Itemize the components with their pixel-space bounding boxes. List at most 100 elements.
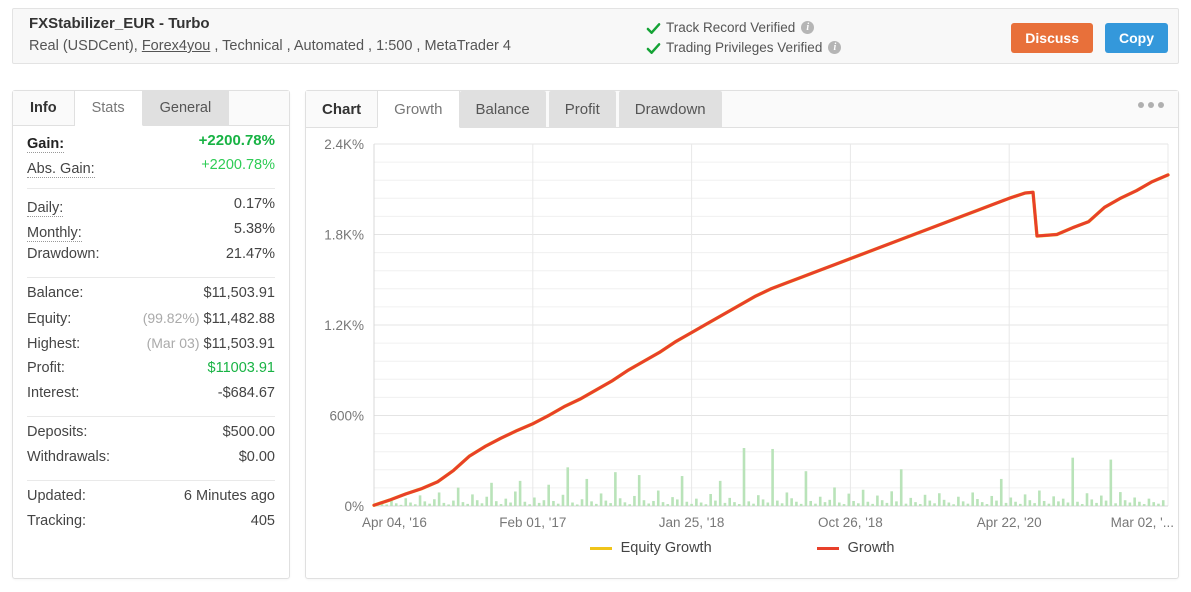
copy-button[interactable]: Copy	[1105, 23, 1168, 53]
stat-value: 21.47%	[225, 246, 275, 262]
broker-link[interactable]: Forex4you	[142, 38, 211, 54]
chart-tab-bar: Chart Growth Balance Profit Drawdown	[306, 91, 1178, 128]
verification-label: Track Record Verified	[666, 19, 796, 35]
tab-profit[interactable]: Profit	[548, 91, 616, 127]
stat-value: $11,503.91	[203, 285, 276, 301]
growth-chart: 0% 600% 1.2K% 1.8K% 2.4K% Apr 04, '16 Feb 01, …	[306, 128, 1178, 578]
stat-value: $11,482.88	[203, 311, 276, 327]
stats-group-gain: Gain: +2200.78% Abs. Gain: +2200.78%	[27, 132, 275, 182]
stat-label: Tracking:	[27, 513, 87, 529]
tab-stats[interactable]: Stats	[74, 91, 143, 126]
stat-label: Profit:	[27, 360, 65, 376]
stat-value: 6 Minutes ago	[183, 488, 275, 504]
info-icon[interactable]: i	[801, 20, 815, 34]
stat-row-deposits: Deposits: $500.00	[27, 424, 275, 449]
stats-list: Gain: +2200.78% Abs. Gain: +2200.78% Dai…	[13, 126, 289, 538]
svg-text:Feb 01, '17: Feb 01, '17	[499, 515, 566, 530]
stat-value: 0.17%	[233, 196, 275, 212]
stat-value: $11003.91	[207, 360, 275, 376]
divider	[27, 480, 275, 481]
svg-text:0%: 0%	[344, 499, 364, 514]
svg-text:600%: 600%	[329, 409, 364, 424]
discuss-button[interactable]: Discuss	[1011, 23, 1093, 53]
stat-value-wrap: (Mar 03) $11,503.91	[147, 335, 275, 352]
svg-text:Apr 04, '16: Apr 04, '16	[362, 515, 427, 530]
verification-trading-privileges: Trading Privileges Verified i	[646, 37, 1006, 57]
stat-row-profit: Profit: $11003.91	[27, 360, 275, 385]
chart-legend: Equity Growth Growth	[306, 540, 1178, 556]
stat-label: Updated:	[27, 488, 86, 504]
stat-label: Equity:	[27, 311, 72, 327]
tab-balance[interactable]: Balance	[459, 91, 546, 127]
stat-label[interactable]: Daily:	[27, 200, 64, 218]
kebab-menu-icon[interactable]	[1138, 102, 1164, 108]
legend-item-equity-growth[interactable]: Equity Growth	[589, 540, 712, 556]
verification-label: Trading Privileges Verified	[666, 39, 823, 55]
tab-growth[interactable]: Growth	[377, 91, 460, 128]
svg-text:Mar 02, '...: Mar 02, '...	[1111, 515, 1174, 530]
svg-text:Apr 22, '20: Apr 22, '20	[977, 515, 1042, 530]
svg-text:Oct 26, '18: Oct 26, '18	[818, 515, 883, 530]
highest-date: (Mar 03)	[146, 335, 200, 351]
stats-group-account: Balance: $11,503.91 Equity: (99.82%) $11,…	[27, 285, 275, 410]
account-overview-page: FXStabilizer_EUR - Turbo Real (USDCent),…	[0, 0, 1191, 592]
stat-label: Withdrawals:	[27, 449, 110, 465]
account-attrs: , Technical , Automated , 1:500 , MetaTr…	[210, 38, 511, 54]
stat-row-updated: Updated: 6 Minutes ago	[27, 488, 275, 513]
stat-row-monthly: Monthly: 5.38%	[27, 221, 275, 246]
stat-row-balance: Balance: $11,503.91	[27, 285, 275, 310]
stat-value: -$684.67	[217, 385, 275, 401]
stat-row-drawdown: Drawdown: 21.47%	[27, 246, 275, 271]
legend-swatch-equity-growth	[589, 546, 612, 550]
divider	[27, 416, 275, 417]
stat-label: Drawdown:	[27, 246, 100, 262]
stat-value: +2200.78%	[198, 132, 275, 149]
stat-row-tracking: Tracking: 405	[27, 513, 275, 538]
info-icon[interactable]: i	[828, 40, 842, 54]
account-meta: Real (USDCent), Forex4you , Technical , …	[29, 38, 511, 54]
svg-text:2.4K%: 2.4K%	[324, 137, 364, 152]
stats-group-returns: Daily: 0.17% Monthly: 5.38% Drawdown: 21…	[27, 196, 275, 271]
legend-item-growth[interactable]: Growth	[816, 540, 894, 556]
stats-tab-bar: Info Stats General	[13, 91, 289, 126]
tab-info[interactable]: Info	[13, 91, 75, 125]
stat-value: $0.00	[238, 449, 275, 465]
stats-group-funding: Deposits: $500.00 Withdrawals: $0.00	[27, 424, 275, 474]
stat-label[interactable]: Abs. Gain:	[27, 161, 95, 179]
stat-value: +2200.78%	[201, 157, 275, 173]
stat-row-withdrawals: Withdrawals: $0.00	[27, 449, 275, 474]
tab-drawdown[interactable]: Drawdown	[618, 91, 722, 127]
stat-value-wrap: (99.82%) $11,482.88	[143, 310, 275, 327]
tab-general[interactable]: General	[142, 91, 230, 125]
verification-track-record: Track Record Verified i	[646, 17, 1006, 37]
stat-label: Highest:	[27, 336, 81, 352]
stat-value: 5.38%	[233, 221, 275, 237]
stat-row-highest: Highest: (Mar 03) $11,503.91	[27, 335, 275, 360]
stat-label: Deposits:	[27, 424, 88, 440]
stat-value: $500.00	[222, 424, 275, 440]
account-type: Real (USDCent),	[29, 38, 142, 54]
check-icon	[646, 41, 661, 56]
stat-label[interactable]: Gain:	[27, 136, 65, 154]
stats-group-tracking: Updated: 6 Minutes ago Tracking: 405	[27, 488, 275, 538]
stat-row-abs-gain: Abs. Gain: +2200.78%	[27, 157, 275, 182]
stat-row-gain: Gain: +2200.78%	[27, 132, 275, 157]
svg-text:1.8K%: 1.8K%	[324, 228, 364, 243]
stat-label: Balance:	[27, 285, 84, 301]
stat-label[interactable]: Monthly:	[27, 225, 82, 243]
divider	[27, 188, 275, 189]
stat-row-equity: Equity: (99.82%) $11,482.88	[27, 310, 275, 335]
stat-value: $11,503.91	[203, 336, 276, 352]
stats-panel: Info Stats General Gain: +2200.78% Abs. …	[12, 90, 290, 579]
verification-list: Track Record Verified i Trading Privileg…	[646, 17, 1006, 57]
svg-text:Jan 25, '18: Jan 25, '18	[659, 515, 725, 530]
stat-row-daily: Daily: 0.17%	[27, 196, 275, 221]
legend-swatch-growth	[816, 546, 839, 550]
divider	[27, 277, 275, 278]
chart-svg: 0% 600% 1.2K% 1.8K% 2.4K% Apr 04, '16 Feb 01, …	[324, 137, 1174, 530]
equity-percent: (99.82%)	[142, 310, 200, 326]
chart-label: Chart	[306, 91, 378, 127]
stat-label: Interest:	[27, 385, 80, 401]
stat-value: 405	[250, 513, 275, 529]
legend-label: Equity Growth	[620, 540, 712, 556]
